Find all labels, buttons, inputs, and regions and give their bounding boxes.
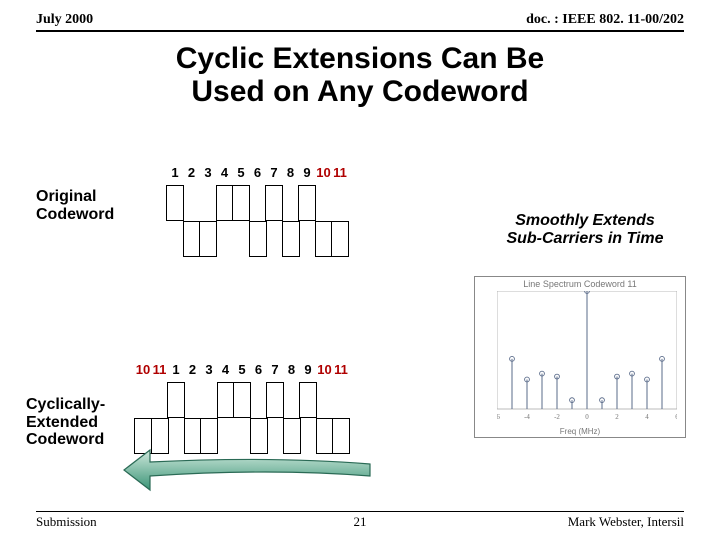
chip-label: 3 [200,362,218,377]
header: July 2000 doc. : IEEE 802. 11-00/202 [36,12,684,32]
chip-bar [315,221,333,257]
chip-label: 4 [217,362,235,377]
chip-label: 8 [283,362,301,377]
chip-label: 11 [331,165,349,180]
chip-label: 5 [232,165,250,180]
header-date: July 2000 [36,12,93,28]
chip-label: 1 [166,165,184,180]
chip-bar [232,185,250,221]
chip-label: 10 [316,362,334,377]
chip-label: 7 [266,362,284,377]
spectrum-svg: 00.20.60.812 -6-4-20246 [497,291,677,421]
chip-label: 3 [199,165,217,180]
cyclic-arrow-icon [120,446,380,499]
chip-label: 11 [151,362,169,377]
svg-text:-6: -6 [497,413,500,421]
chip-bar [265,185,283,221]
chip-label: 1 [167,362,185,377]
chip-label: 8 [282,165,300,180]
chip-label: 2 [183,165,201,180]
header-docnum: doc. : IEEE 802. 11-00/202 [526,12,684,28]
chip-label: 4 [216,165,234,180]
footer: Submission Mark Webster, Intersil [36,511,684,530]
chip-bar [166,185,184,221]
chip-label: 7 [265,165,283,180]
svg-text:-4: -4 [524,413,530,421]
chip-bar [331,221,349,257]
chip-bar [167,382,185,418]
label-smooth-extends: Smoothly Extends Sub-Carriers in Time [480,212,690,249]
chip-bar [282,221,300,257]
chip-bar [249,221,267,257]
chip-bar [216,185,234,221]
label-original-codeword: Original Codeword [36,188,114,223]
chip-bar [266,382,284,418]
slide-title: Cyclic Extensions Can Be Used on Any Cod… [0,42,720,108]
chip-label: 9 [299,362,317,377]
title-line-2: Used on Any Codeword [0,75,720,108]
chip-bar [298,185,316,221]
svg-text:2: 2 [615,413,619,421]
chip-bar [183,221,201,257]
footer-right: Mark Webster, Intersil [568,514,684,530]
spectrum-title: Line Spectrum Codeword 11 [475,279,685,289]
chip-label: 6 [249,165,267,180]
chip-label: 6 [250,362,268,377]
chip-bar [217,382,235,418]
spectrum-xlabel: Freq (MHz) [475,427,685,436]
label-cyclic-codeword: Cyclically- Extended Codeword [26,396,105,449]
chip-bar [233,382,251,418]
footer-left: Submission [36,514,97,530]
svg-text:6: 6 [675,413,677,421]
chip-bar [199,221,217,257]
chip-bar [299,382,317,418]
svg-text:0: 0 [585,413,589,421]
chip-label: 11 [332,362,350,377]
spectrum-plot: Line Spectrum Codeword 11 00.20.60.812 -… [474,276,686,438]
title-line-1: Cyclic Extensions Can Be [0,42,720,75]
chip-label: 2 [184,362,202,377]
chip-label: 5 [233,362,251,377]
svg-text:-2: -2 [554,413,560,421]
chip-label: 10 [134,362,152,377]
chip-label: 10 [315,165,333,180]
chip-label: 9 [298,165,316,180]
svg-text:4: 4 [645,413,649,421]
